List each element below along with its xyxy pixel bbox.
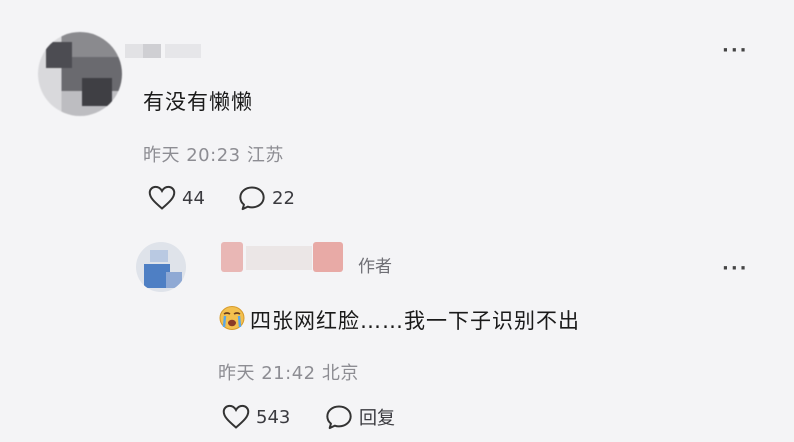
comment-location: 江苏 xyxy=(246,145,284,166)
comment-location: 北京 xyxy=(321,363,359,384)
username-redacted[interactable] xyxy=(125,44,161,58)
username-redacted xyxy=(246,246,312,270)
speech-bubble-icon xyxy=(326,405,352,430)
comment-time: 昨天 21:42 xyxy=(218,363,316,384)
username-redacted[interactable] xyxy=(221,242,243,272)
like-count: 44 xyxy=(182,187,205,209)
comment-time: 昨天 20:23 xyxy=(143,145,241,166)
heart-outline-icon xyxy=(222,404,250,429)
reply-button[interactable]: 22 xyxy=(238,185,295,211)
like-button[interactable]: 543 xyxy=(222,404,290,430)
speech-bubble-icon xyxy=(239,186,265,211)
comment-text: 四张网红脸……我一下子识别不出 xyxy=(250,309,580,333)
reply-label: 回复 xyxy=(359,408,395,429)
avatar[interactable] xyxy=(136,242,186,292)
username-redacted xyxy=(313,242,343,272)
avatar[interactable] xyxy=(38,32,122,116)
author-badge: 作者 xyxy=(358,257,392,277)
reply-button[interactable]: 回复 xyxy=(325,404,395,430)
like-button[interactable]: 44 xyxy=(148,185,205,211)
reply-count: 22 xyxy=(272,187,295,209)
more-options-icon[interactable]: ··· xyxy=(722,40,749,61)
comment-meta: 昨天 20:23 江苏 xyxy=(143,141,284,167)
comment-text: 有没有懒懒 xyxy=(143,90,253,114)
comment-meta: 昨天 21:42 北京 xyxy=(218,359,359,385)
like-count: 543 xyxy=(256,406,291,428)
crying-face-emoji-icon xyxy=(219,306,245,330)
heart-outline-icon xyxy=(148,185,176,210)
more-options-icon[interactable]: ··· xyxy=(722,258,749,279)
username-redacted xyxy=(165,44,201,58)
